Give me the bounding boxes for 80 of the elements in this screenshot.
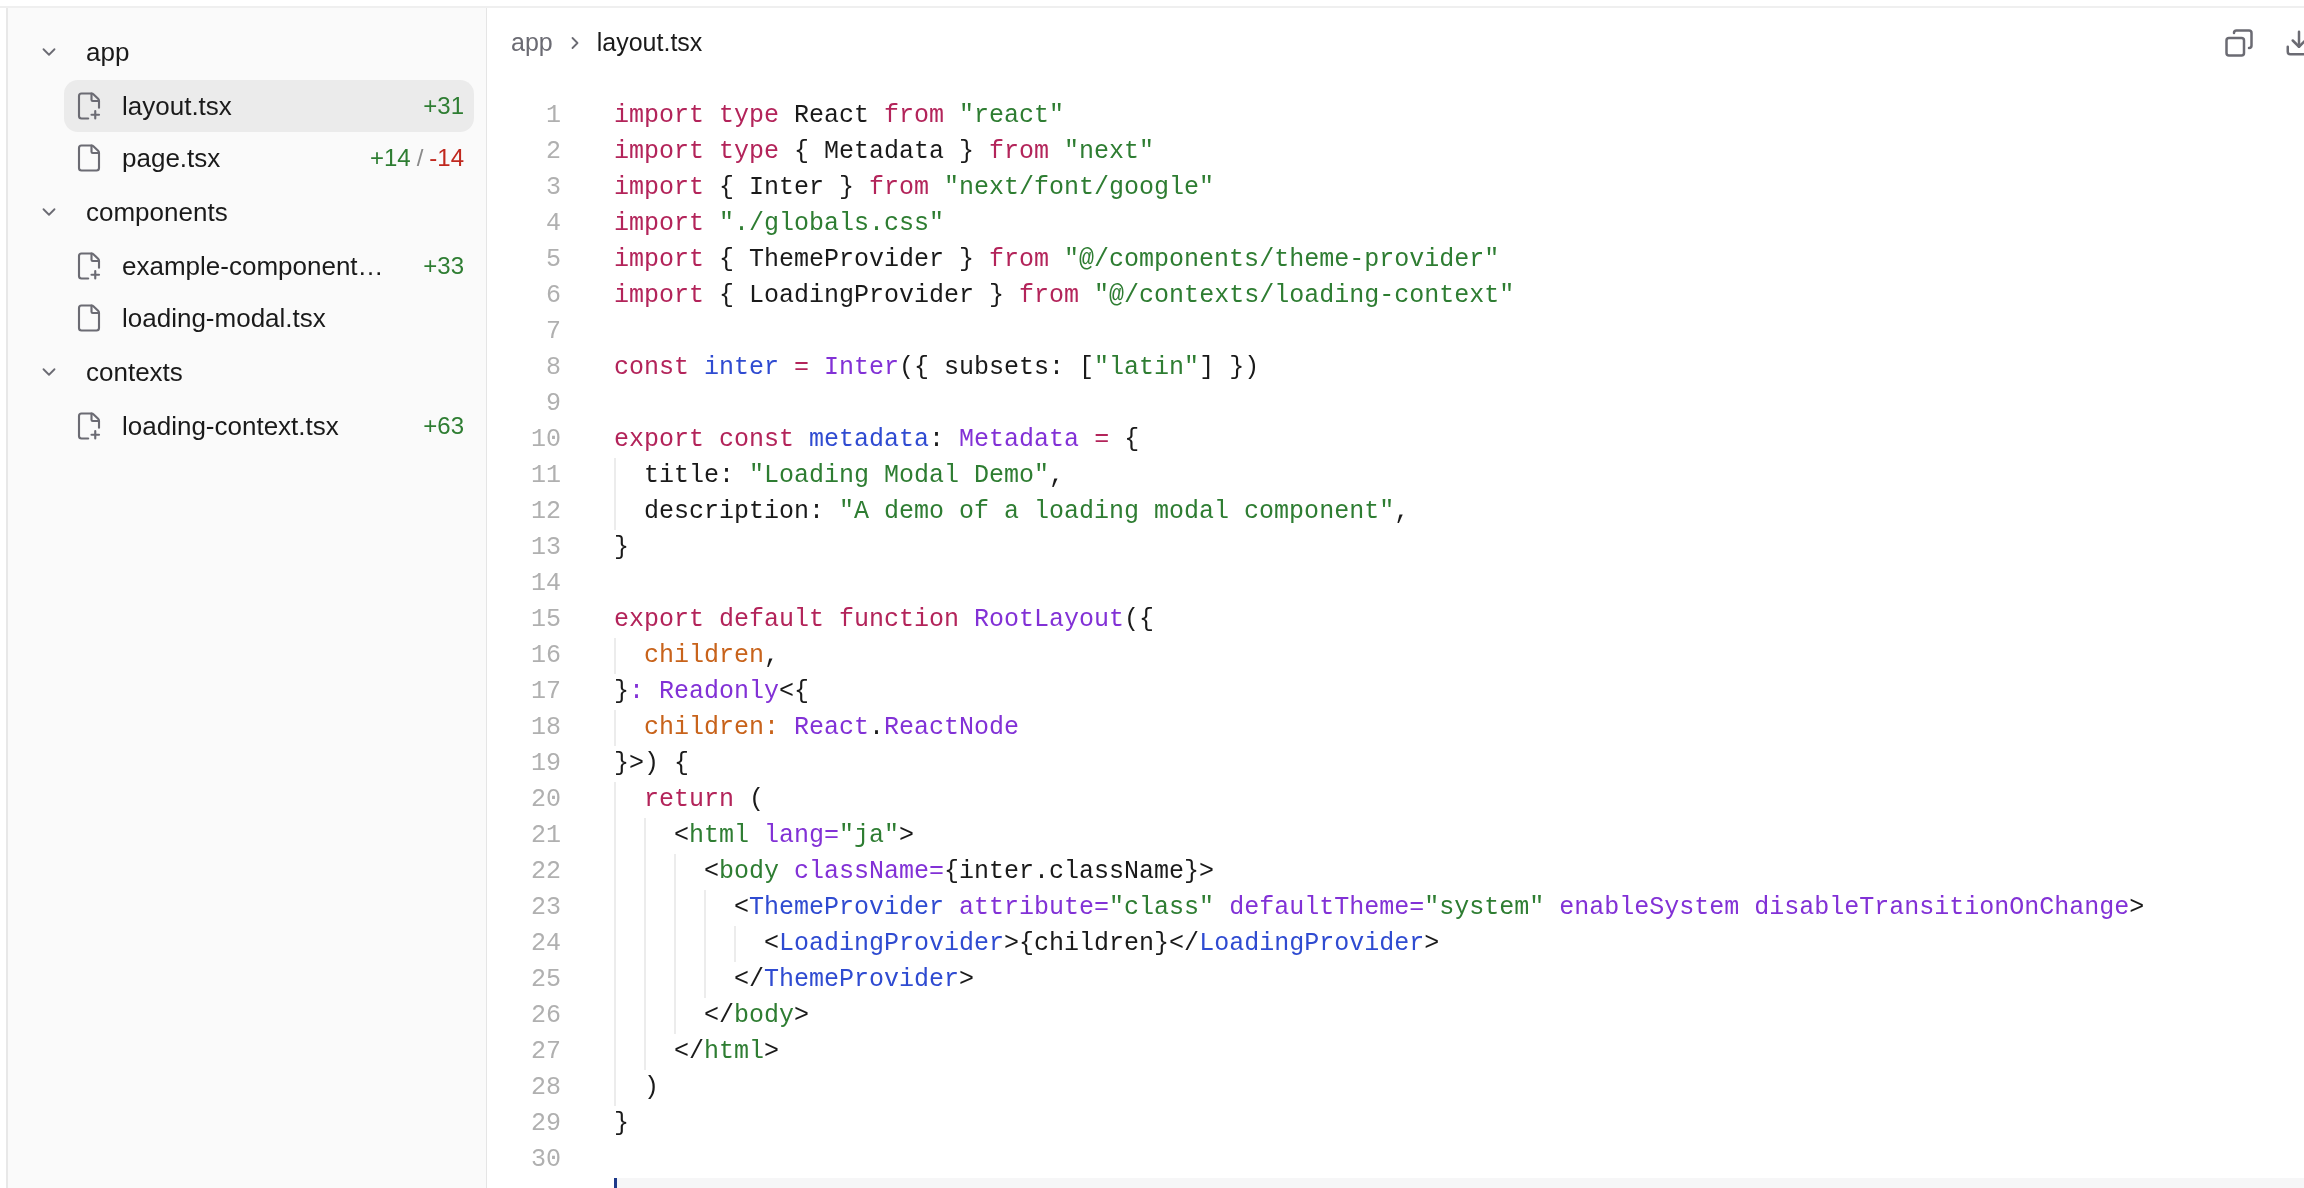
code-line: import type { Metadata } from "next" [614,136,1155,169]
code-line: </body> [703,1000,810,1033]
line-number: 14 [530,568,561,601]
additions-count: +14 [369,143,411,173]
line-number: 30 [530,1144,561,1177]
additions-count: +31 [423,91,464,121]
line-number: 12 [530,496,561,529]
code-line: ) [643,1072,659,1105]
line-number: 28 [530,1072,561,1105]
line-number: 25 [530,964,561,997]
code-line: }>) { [614,748,689,781]
file-name: layout.tsx [122,89,233,123]
line-number: 22 [530,856,561,889]
folder-name: app [86,35,130,69]
code-line: export default function RootLayout({ [614,604,1155,637]
code-line: <LoadingProvider>{children}</LoadingProvider> [763,928,1440,961]
folder-name: components [86,195,228,229]
file-item[interactable]: page.tsx +14 / -14 [64,132,474,184]
line-number: 27 [530,1036,561,1069]
code-line: import type React from "react" [614,100,1065,133]
code-line: children: React.ReactNode [643,712,1020,745]
line-number: 4 [545,208,561,241]
folder-item[interactable]: contexts [8,344,486,400]
line-number: 8 [545,352,561,385]
file-name: page.tsx [122,141,222,175]
line-number: 19 [530,748,561,781]
line-number: 10 [530,424,561,457]
file-name: loading-context.tsx [122,409,340,443]
deletions-count: -14 [429,143,464,173]
code-line: children, [643,640,780,673]
code-line: import "./globals.css" [614,208,945,241]
line-number: 11 [530,460,561,493]
code-line: <html lang="ja"> [673,820,915,853]
code-line: <body className={inter.className}> [703,856,1215,889]
additions-count: +33 [423,251,464,281]
code-line: <ThemeProvider attribute="class" defaultTheme="system" enableSystem disableTransitionOnChange> [733,892,2145,925]
code-line: </ThemeProvider> [733,964,975,997]
line-number: 17 [530,676,561,709]
file-item[interactable]: loading-modal.tsx [64,292,474,344]
breadcrumb-item: layout.tsx [596,27,703,59]
line-number: 21 [530,820,561,853]
code-line: const inter = Inter({ subsets: ["latin"] }) [614,352,1260,385]
file-item[interactable]: loading-context.tsx +63 [64,400,474,452]
code-line: import { ThemeProvider } from "@/components/theme-provider" [614,244,1500,277]
line-number: 5 [545,244,561,277]
folder-item[interactable]: app [8,24,486,80]
line-number: 3 [545,172,561,205]
line-number: 6 [545,280,561,313]
code-line: } [614,1108,629,1141]
line-number: 23 [530,892,561,925]
code-line: return ( [643,784,765,817]
separator: / [416,143,424,173]
code-line: </html> [673,1036,780,1069]
line-number: 20 [530,784,561,817]
line-number: 29 [530,1108,561,1141]
code-line: import { LoadingProvider } from "@/contexts/loading-context" [614,280,1515,313]
code-line: description: "A demo of a loading modal component", [643,496,1410,529]
breadcrumb-item[interactable]: app [511,24,553,62]
file-name: example-component… [122,249,385,283]
line-number: 7 [545,316,561,349]
file-item[interactable]: layout.tsx +31 [64,80,474,132]
line-number: 26 [530,1000,561,1033]
line-number: 16 [530,640,561,673]
line-number: 9 [545,388,561,421]
line-number: 24 [530,928,561,961]
line-number: 15 [530,604,561,637]
code-line: title: "Loading Modal Demo", [643,460,1065,493]
code-line: }: Readonly<{ [614,676,810,709]
line-number: 13 [530,532,561,565]
file-item[interactable]: example-component… +33 [64,240,474,292]
code-line: export const metadata: Metadata = { [614,424,1140,457]
file-name: loading-modal.tsx [122,301,327,335]
line-number: 18 [530,712,561,745]
line-number: 2 [545,136,561,169]
line-number: 1 [545,100,561,133]
additions-count: +63 [423,411,464,441]
folder-name: contexts [86,355,183,389]
folder-item[interactable]: components [8,184,486,240]
code-line: } [614,532,629,565]
code-line: import { Inter } from "next/font/google" [614,172,1215,205]
